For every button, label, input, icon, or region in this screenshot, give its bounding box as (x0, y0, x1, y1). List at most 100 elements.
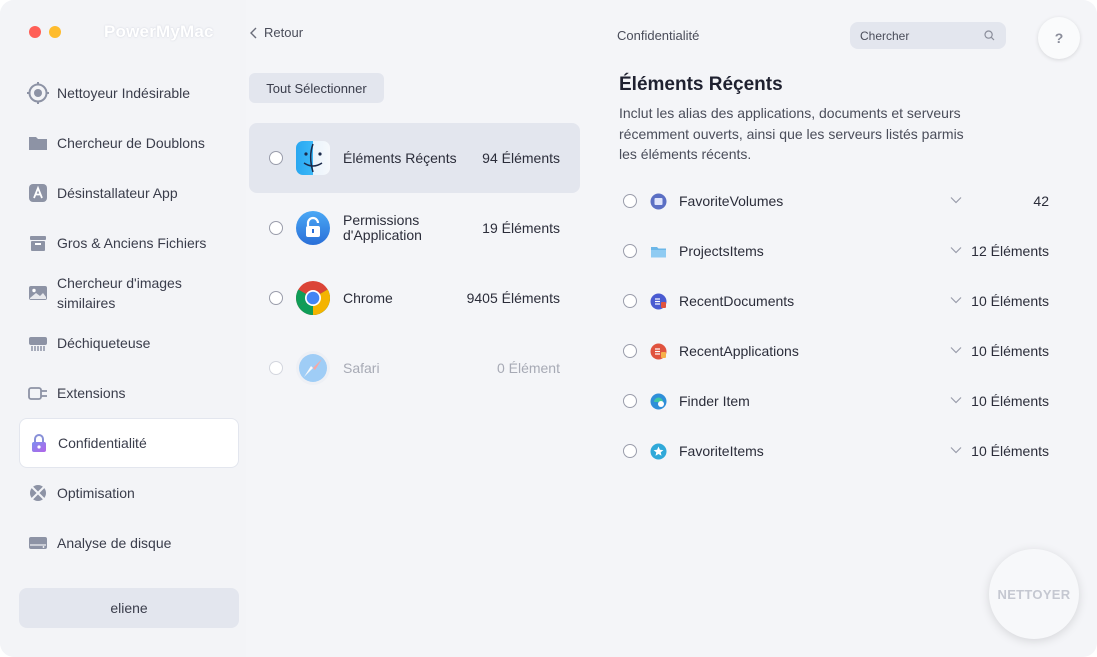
item-count: 10 Éléments (971, 293, 1049, 309)
back-button[interactable]: Retour (250, 25, 303, 40)
app-checkbox[interactable] (269, 151, 283, 165)
finder-item-icon (650, 393, 667, 410)
sidebar-nav: Nettoyeur Indésirable Chercheur de Doubl… (19, 68, 239, 568)
sidebar-item-duplicate-finder[interactable]: Chercheur de Doublons (19, 118, 239, 168)
sidebar-item-label: Déchiqueteuse (57, 335, 151, 351)
finder-icon (295, 140, 331, 176)
app-checkbox[interactable] (269, 291, 283, 305)
sidebar-item-label: Extensions (57, 385, 126, 401)
search-input[interactable] (860, 28, 980, 43)
volume-icon (650, 193, 667, 210)
detail-description: Inclut les alias des applications, docum… (619, 105, 964, 162)
application-icon (650, 343, 667, 360)
detail-item-row[interactable]: Finder Item 10 Éléments (616, 376, 1056, 426)
detail-item-list: FavoriteVolumes 42 ProjectsItems 12 Élém… (616, 176, 1056, 476)
detail-item-row[interactable]: RecentDocuments 10 Éléments (616, 276, 1056, 326)
sidebar-item-app-uninstaller[interactable]: Désinstallateur App (19, 168, 239, 218)
item-count: 12 Éléments (971, 243, 1049, 259)
item-checkbox[interactable] (623, 444, 637, 458)
folder-icon (27, 132, 49, 154)
chevron-down-icon[interactable] (950, 346, 962, 354)
shredder-icon (27, 332, 49, 354)
item-count: 10 Éléments (971, 343, 1049, 359)
item-count: 10 Éléments (971, 393, 1049, 409)
chevron-down-icon[interactable] (950, 296, 962, 304)
app-title: PowerMyMac (104, 22, 214, 41)
sidebar-item-label: Nettoyeur Indésirable (57, 85, 191, 101)
chevron-down-icon[interactable] (950, 196, 962, 204)
app-row-recent-items[interactable]: Éléments Réçents 94 Éléments (249, 123, 580, 193)
item-name: ProjectsItems (679, 243, 764, 259)
detail-item-row[interactable]: FavoriteItems 10 Éléments (616, 426, 1056, 476)
app-name: Permissions d'Application (343, 212, 422, 243)
detail-item-row[interactable]: FavoriteVolumes 42 (616, 176, 1056, 226)
search-icon[interactable] (984, 30, 995, 41)
app-checkbox[interactable] (269, 221, 283, 235)
chevron-down-icon[interactable] (950, 396, 962, 404)
app-checkbox[interactable] (269, 361, 283, 375)
app-row-chrome[interactable]: Chrome 9405 Éléments (249, 263, 580, 333)
user-account-button[interactable]: eliene (19, 588, 239, 628)
item-checkbox[interactable] (623, 294, 637, 308)
item-checkbox[interactable] (623, 194, 637, 208)
chevron-down-icon[interactable] (950, 446, 962, 454)
document-icon (650, 293, 667, 310)
sidebar-item-label: Analyse de disque (57, 535, 172, 551)
app-name: Chrome (343, 289, 393, 306)
sidebar-item-label: Gros & Anciens Fichiers (57, 235, 207, 251)
sidebar-item-privacy[interactable]: Confidentialité (19, 418, 239, 468)
app-name: Safari (343, 359, 380, 376)
lock-icon (28, 432, 50, 454)
section-title: Confidentialité (617, 28, 700, 43)
item-name: FavoriteVolumes (679, 193, 784, 209)
minimize-window-button[interactable] (49, 26, 61, 38)
sidebar-item-extensions[interactable]: Extensions (19, 368, 239, 418)
help-button[interactable]: ? (1038, 17, 1080, 59)
junk-cleaner-icon (27, 82, 49, 104)
lock-app-icon (295, 210, 331, 246)
sidebar-item-disk-analysis[interactable]: Analyse de disque (19, 518, 239, 568)
star-icon (650, 443, 667, 460)
sidebar-item-label: Désinstallateur App (57, 185, 178, 201)
sidebar-item-similar-images[interactable]: Chercheur d'images similaires (19, 268, 239, 318)
app-count: 9405 Éléments (466, 290, 560, 306)
item-checkbox[interactable] (623, 344, 637, 358)
app-list: Éléments Réçents 94 Éléments Permissions… (249, 123, 580, 403)
box-icon (27, 232, 49, 254)
image-icon (27, 282, 49, 304)
sidebar-item-junk-cleaner[interactable]: Nettoyeur Indésirable (19, 68, 239, 118)
folder-icon (650, 243, 667, 260)
close-window-button[interactable] (29, 26, 41, 38)
sidebar-item-shredder[interactable]: Déchiqueteuse (19, 318, 239, 368)
sidebar-item-large-old-files[interactable]: Gros & Anciens Fichiers (19, 218, 239, 268)
item-checkbox[interactable] (623, 394, 637, 408)
detail-item-row[interactable]: ProjectsItems 12 Éléments (616, 226, 1056, 276)
select-all-button[interactable]: Tout Sélectionner (249, 73, 384, 103)
item-name: Finder Item (679, 393, 750, 409)
app-row-permissions[interactable]: Permissions d'Application 19 Éléments (249, 193, 580, 263)
item-name: RecentApplications (679, 343, 799, 359)
app-row-safari[interactable]: Safari 0 Élément (249, 333, 580, 403)
search-box (850, 22, 1006, 49)
item-name: RecentDocuments (679, 293, 795, 309)
detail-item-row[interactable]: RecentApplications 10 Éléments (616, 326, 1056, 376)
chrome-icon (295, 280, 331, 316)
chevron-down-icon[interactable] (950, 246, 962, 254)
item-name: FavoriteItems (679, 443, 764, 459)
detail-title: Éléments Réçents (619, 74, 783, 95)
sidebar: PowerMyMac Nettoyeur Indésirable Cherche… (0, 0, 246, 657)
plug-icon (27, 382, 49, 404)
clean-button[interactable]: NETTOYER (989, 549, 1079, 639)
item-count: 10 Éléments (971, 443, 1049, 459)
safari-icon (295, 350, 331, 386)
disk-icon (27, 532, 49, 554)
app-count: 19 Éléments (482, 220, 560, 236)
app-count: 0 Élément (496, 360, 560, 376)
item-checkbox[interactable] (623, 244, 637, 258)
sidebar-item-label: Confidentialité (58, 435, 147, 451)
sidebar-item-label: Chercheur de Doublons (57, 135, 205, 151)
app-window: PowerMyMac Nettoyeur Indésirable Cherche… (0, 0, 1097, 657)
sidebar-item-optimization[interactable]: Optimisation (19, 468, 239, 518)
app-uninstaller-icon (27, 182, 49, 204)
chevron-left-icon (250, 27, 257, 38)
